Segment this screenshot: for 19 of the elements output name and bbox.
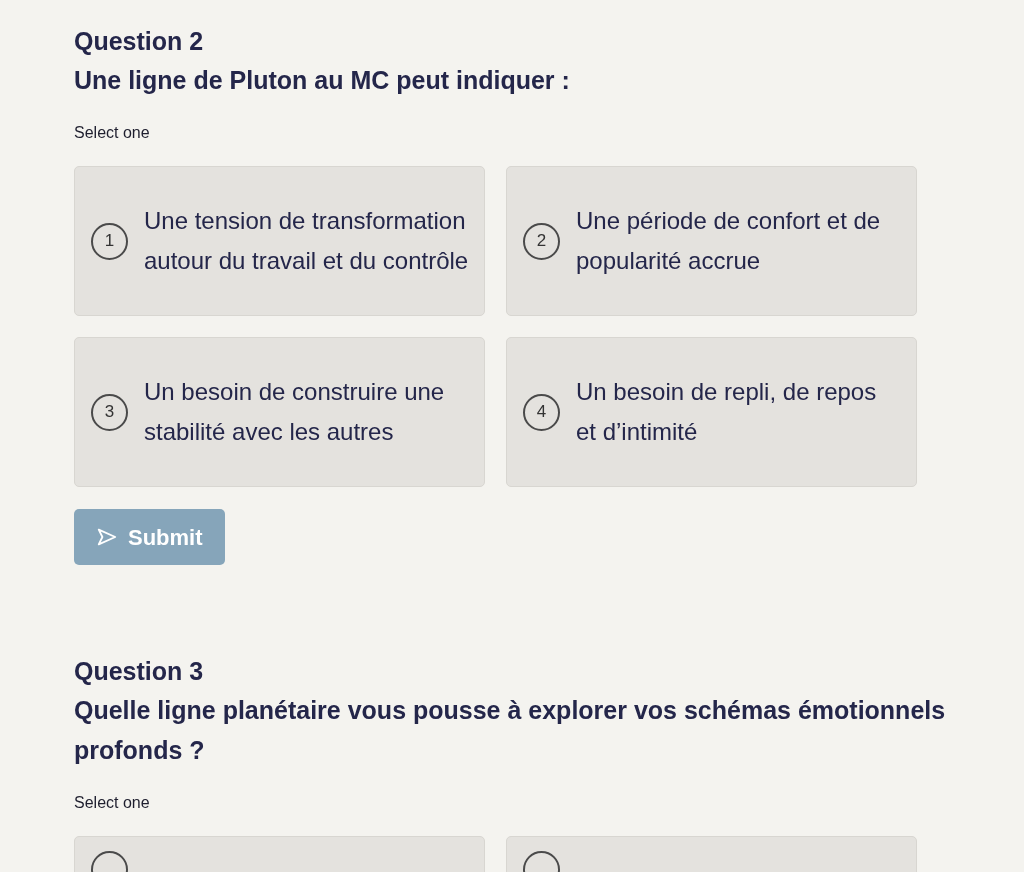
- question-prompt: Quelle ligne planétaire vous pousse à explorer vos schémas émotionnels profonds ?: [74, 695, 947, 766]
- instruction-text: Select one: [74, 793, 151, 813]
- answer-option[interactable]: 1 Une tension de transformation autour du travail et du contrôle: [74, 166, 485, 316]
- option-text: Un besoin de repli, de repos et d’intimité: [576, 377, 878, 447]
- send-icon: [96, 526, 118, 548]
- option-number-badge: 2: [523, 222, 560, 260]
- option-text: Un besoin de construire une stabilité avec les autres: [144, 377, 446, 447]
- answer-option[interactable]: 3 Un besoin de construire une stabilité avec les autres: [74, 337, 485, 487]
- question-number: Question 3: [74, 656, 205, 687]
- option-number-badge: 1: [91, 222, 128, 260]
- answer-option[interactable]: 2 Une période de confort et de popularité accrue: [506, 166, 917, 316]
- question-number: Question 2: [74, 26, 205, 57]
- option-number-badge: 4: [523, 393, 560, 431]
- answer-option[interactable]: 4 Un besoin de repli, de repos et d’intimité: [506, 337, 917, 487]
- option-number-badge: 3: [91, 393, 128, 431]
- question-prompt: Une ligne de Pluton au MC peut indiquer :: [74, 65, 571, 96]
- instruction-text: Select one: [74, 123, 151, 143]
- option-text: Une période de confort et de popularité accrue: [576, 206, 882, 276]
- option-text: Une tension de transformation autour du travail et du contrôle: [144, 206, 470, 276]
